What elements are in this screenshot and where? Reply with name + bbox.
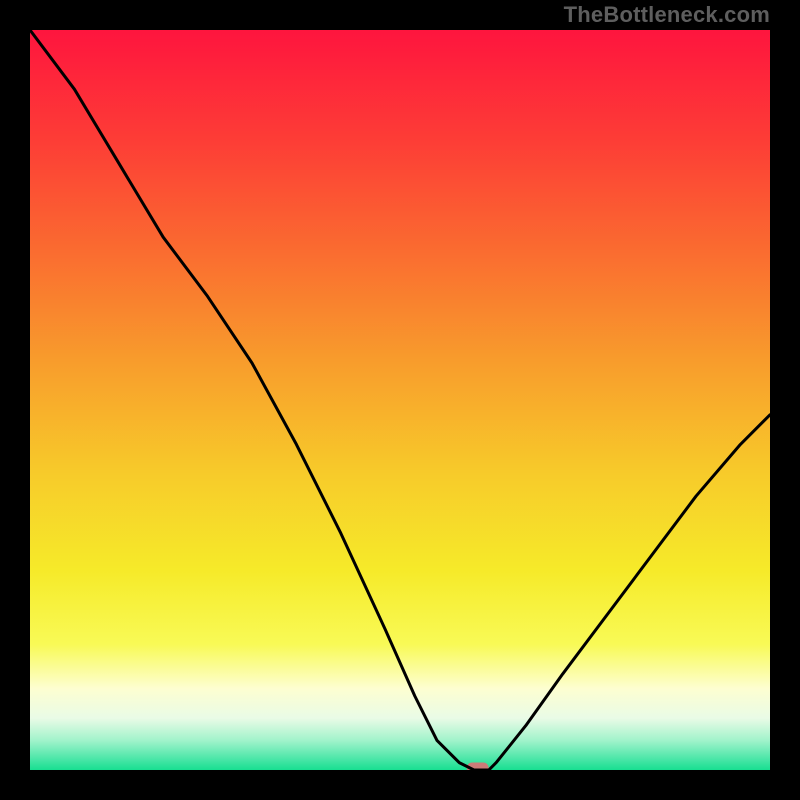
chart-container: TheBottleneck.com	[0, 0, 800, 800]
plot-area	[30, 30, 770, 770]
chart-svg	[30, 30, 770, 770]
gradient-background	[30, 30, 770, 770]
watermark-text: TheBottleneck.com	[564, 2, 770, 28]
